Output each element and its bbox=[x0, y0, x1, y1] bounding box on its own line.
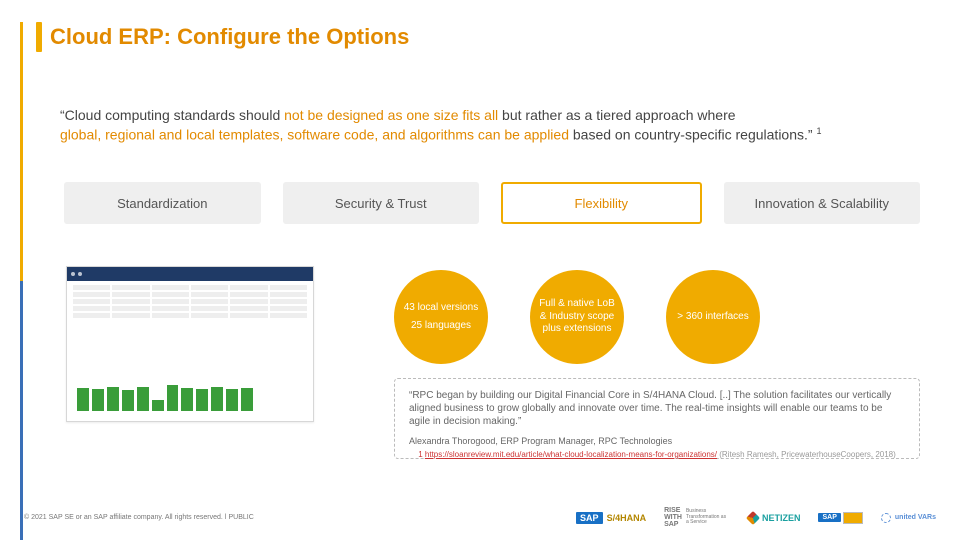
tab-innovation-scalability[interactable]: Innovation & Scalability bbox=[724, 182, 921, 224]
citation: 1 https://sloanreview.mit.edu/article/wh… bbox=[394, 450, 920, 459]
quote-mid: but rather as a tiered approach where bbox=[498, 107, 735, 123]
rise-line2: WITH bbox=[664, 514, 682, 521]
stat-circles: 43 local versions 25 languages Full & na… bbox=[394, 270, 760, 364]
testimonial-body: “RPC began by building our Digital Finan… bbox=[409, 389, 905, 428]
circle-interfaces: > 360 interfaces bbox=[666, 270, 760, 364]
circle-text-1b: 25 languages bbox=[411, 320, 471, 333]
circle-local-versions: 43 local versions 25 languages bbox=[394, 270, 488, 364]
tab-security-trust[interactable]: Security & Trust bbox=[283, 182, 480, 224]
testimonial-attribution: Alexandra Thorogood, ERP Program Manager… bbox=[409, 436, 905, 448]
tab-standardization[interactable]: Standardization bbox=[64, 182, 261, 224]
screenshot-body bbox=[67, 281, 313, 324]
citation-tail: (Ritesh Ramesh, PricewaterhouseCoopers, … bbox=[719, 450, 896, 459]
page-title: Cloud ERP: Configure the Options bbox=[50, 24, 409, 50]
rise-line3: SAP bbox=[664, 521, 682, 528]
citation-sup: 1 bbox=[418, 450, 422, 459]
citation-link[interactable]: https://sloanreview.mit.edu/article/what… bbox=[425, 450, 717, 459]
screenshot-dot-icon bbox=[78, 272, 82, 276]
sap-small-icon: SAP bbox=[818, 513, 840, 522]
united-vars-text: united VARs bbox=[895, 514, 936, 521]
netizen-icon bbox=[746, 510, 760, 524]
logo-rise-with-sap: RISE WITH SAP Business Transformation as… bbox=[664, 507, 730, 528]
slide: Cloud ERP: Configure the Options “Cloud … bbox=[0, 0, 960, 540]
circle-text-1a: 43 local versions bbox=[404, 302, 478, 315]
circle-lob-industry: Full & native LoB & Industry scope plus … bbox=[530, 270, 624, 364]
logo-sap-certified: SAP bbox=[818, 512, 862, 524]
logo-netizen: NETIZEN bbox=[748, 513, 801, 523]
testimonial-box: “RPC began by building our Digital Finan… bbox=[394, 378, 920, 459]
logo-united-vars: united VARs bbox=[881, 513, 936, 523]
quote-accent-1: not be designed as one size fits all bbox=[284, 107, 498, 123]
quote-accent-2: global, regional and local templates, so… bbox=[60, 127, 569, 143]
footer: © 2021 SAP SE or an SAP affiliate compan… bbox=[24, 507, 936, 528]
title-bar bbox=[36, 22, 42, 52]
footer-logos: SAP S/4HANA RISE WITH SAP Business Trans… bbox=[576, 507, 936, 528]
product-screenshot bbox=[66, 266, 314, 422]
accent-stripe bbox=[20, 22, 23, 540]
netizen-text: NETIZEN bbox=[762, 513, 801, 523]
s4hana-text: S/4HANA bbox=[607, 513, 647, 523]
circle-text-3: > 360 interfaces bbox=[677, 311, 748, 324]
copyright: © 2021 SAP SE or an SAP affiliate compan… bbox=[24, 514, 254, 521]
rise-subtitle: Business Transformation as a Service bbox=[686, 509, 730, 526]
option-tabs: Standardization Security & Trust Flexibi… bbox=[64, 182, 920, 224]
quote-pre: “Cloud computing standards should bbox=[60, 107, 284, 123]
quote-post: based on country-specific regulations.” bbox=[569, 127, 816, 143]
quote-sup: 1 bbox=[816, 126, 821, 136]
screenshot-dot-icon bbox=[71, 272, 75, 276]
cert-badge-icon bbox=[843, 512, 863, 524]
rise-line1: RISE bbox=[664, 507, 682, 514]
screenshot-header bbox=[67, 267, 313, 281]
sap-icon: SAP bbox=[576, 512, 603, 524]
circle-text-2: Full & native LoB & Industry scope plus … bbox=[538, 298, 616, 336]
tab-flexibility[interactable]: Flexibility bbox=[501, 182, 702, 224]
headline-quote: “Cloud computing standards should not be… bbox=[60, 106, 920, 144]
united-vars-icon bbox=[881, 513, 891, 523]
screenshot-barchart bbox=[77, 373, 253, 411]
logo-sap-s4hana: SAP S/4HANA bbox=[576, 512, 646, 524]
title-wrap: Cloud ERP: Configure the Options bbox=[36, 22, 409, 52]
